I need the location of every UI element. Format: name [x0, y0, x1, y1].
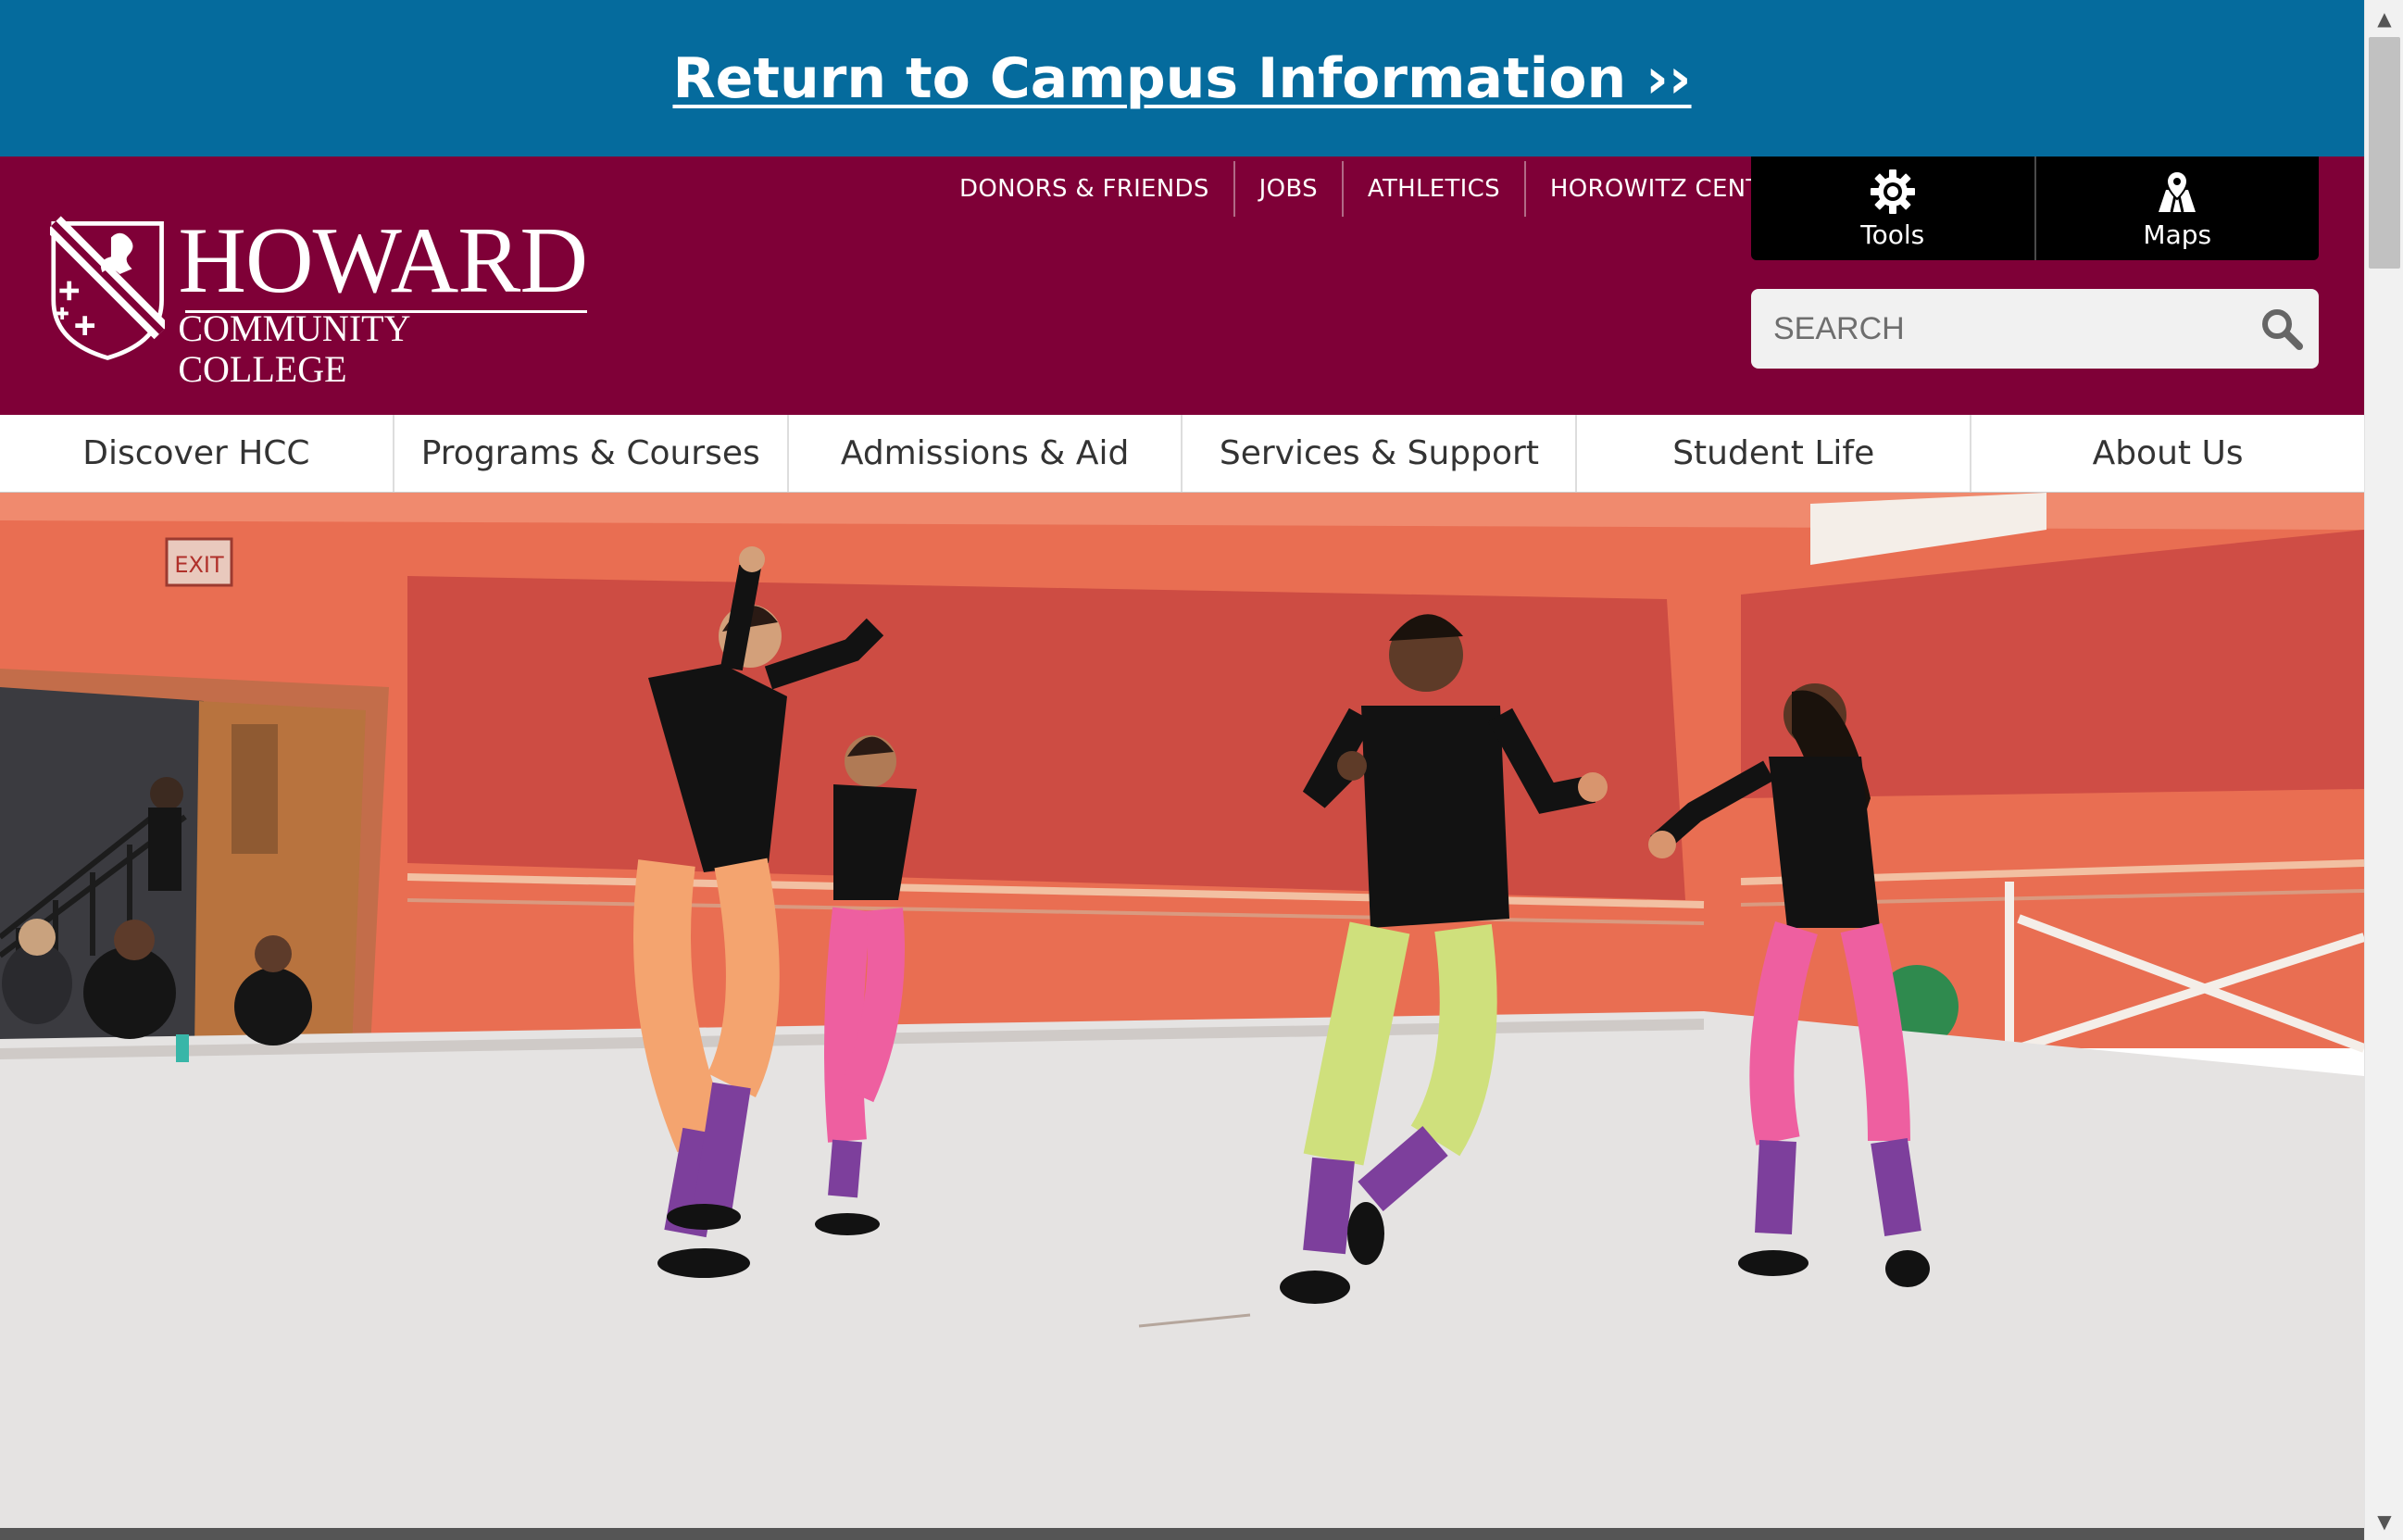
return-to-campus-link[interactable]: Return to Campus Information ›› [672, 46, 1691, 111]
logo-divider [185, 310, 587, 313]
search-input[interactable] [1751, 309, 2245, 348]
nav-admissions-aid[interactable]: Admissions & Aid [786, 415, 1182, 492]
map-pin-icon [2159, 169, 2196, 212]
exit-sign: EXIT [174, 552, 224, 578]
nav-services-support[interactable]: Services & Support [1181, 415, 1575, 492]
logo-subtitle: COMMUNITY COLLEGE [178, 307, 409, 390]
tools-label: Tools [1860, 219, 1925, 250]
nav-about-us[interactable]: About Us [1970, 415, 2364, 492]
util-link-donors[interactable]: DONORS & FRIENDS [935, 161, 1233, 217]
nav-programs-courses[interactable]: Programs & Courses [392, 415, 787, 492]
hero-image: EXIT [0, 493, 2364, 1528]
search-button[interactable] [2245, 289, 2319, 369]
main-nav: Discover HCC Programs & Courses Admissio… [0, 415, 2364, 493]
tools-button[interactable]: Tools [1751, 157, 2034, 260]
scrollbar[interactable]: ▲ ▼ [2364, 0, 2403, 1540]
nav-student-life[interactable]: Student Life [1575, 415, 1970, 492]
search-icon [2262, 309, 2303, 350]
nav-discover-hcc[interactable]: Discover HCC [0, 415, 393, 492]
site-header: HOWARD COMMUNITY COLLEGE DONORS & FRIEND… [0, 157, 2364, 415]
alert-banner: Return to Campus Information ›› [0, 0, 2364, 157]
maps-label: Maps [2143, 219, 2212, 250]
util-link-athletics[interactable]: ATHLETICS [1341, 161, 1524, 217]
logo[interactable]: HOWARD COMMUNITY COLLEGE [50, 208, 588, 390]
scroll-up-icon[interactable]: ▲ [2365, 0, 2403, 37]
logo-title: HOWARD [178, 208, 588, 313]
search-box [1751, 289, 2319, 369]
scroll-down-icon[interactable]: ▼ [2365, 1503, 2403, 1540]
util-link-jobs[interactable]: JOBS [1233, 161, 1342, 217]
page-bottom-strip [0, 1528, 2364, 1540]
tools-panel: Tools Maps [1751, 157, 2319, 260]
scroll-thumb[interactable] [2369, 37, 2400, 269]
crest-icon [50, 216, 166, 360]
utility-nav: DONORS & FRIENDS JOBS ATHLETICS HOROWITZ… [935, 160, 1818, 218]
gear-icon [1870, 169, 1915, 214]
maps-button[interactable]: Maps [2034, 157, 2320, 260]
